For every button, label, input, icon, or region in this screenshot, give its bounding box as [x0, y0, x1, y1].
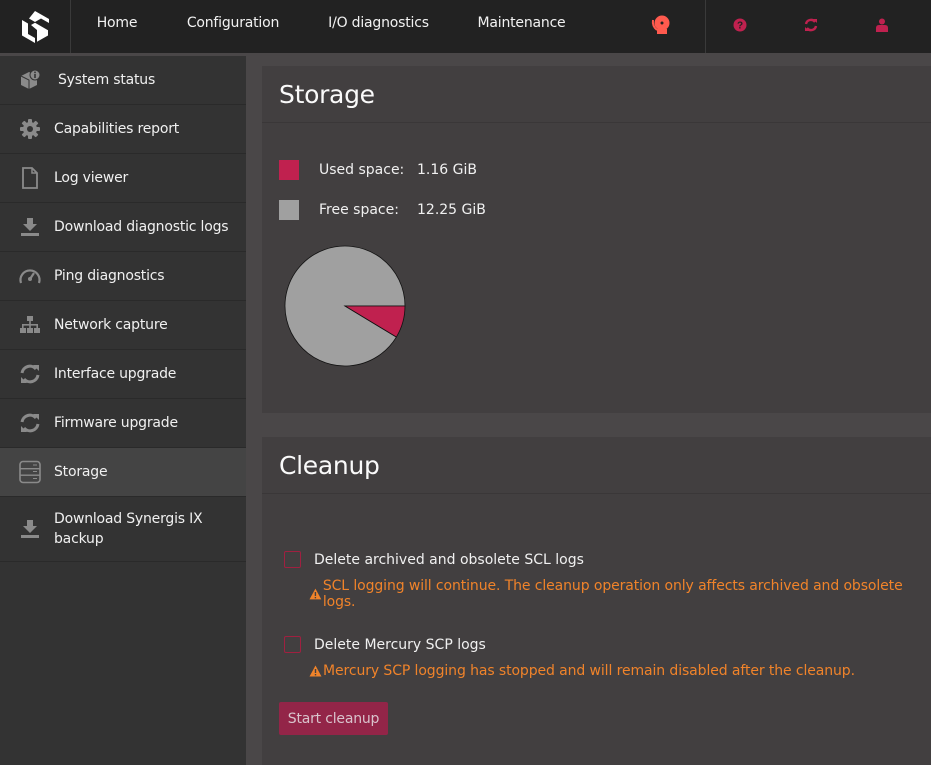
- nav-home[interactable]: Home: [80, 0, 154, 56]
- option-delete-scl-logs[interactable]: Delete archived and obsolete SCL logs: [284, 551, 584, 568]
- refresh-icon: [804, 18, 818, 32]
- download-icon: [18, 215, 42, 239]
- sidebar-item-log-viewer[interactable]: Log viewer: [0, 154, 246, 203]
- main-content: Storage Used space: 1.16 GiB Free space:…: [246, 56, 931, 765]
- sidebar: System status Capabilities report Log vi…: [0, 56, 246, 765]
- svg-text:?: ?: [737, 21, 743, 32]
- sidebar-item-label: Ping diagnostics: [54, 268, 165, 284]
- delete-mercury-logs-checkbox[interactable]: [284, 636, 301, 653]
- delete-scl-logs-label: Delete archived and obsolete SCL logs: [314, 551, 584, 568]
- refresh-icon: [18, 362, 42, 386]
- network-icon: [18, 313, 42, 337]
- download-icon: [18, 517, 42, 541]
- nav-home-label: Home: [96, 15, 138, 31]
- warning-icon: [309, 588, 322, 600]
- delete-mercury-logs-label: Delete Mercury SCP logs: [314, 636, 486, 653]
- topbar-separator: [705, 0, 706, 53]
- logo[interactable]: [0, 0, 71, 53]
- sidebar-item-capabilities-report[interactable]: Capabilities report: [0, 105, 246, 154]
- sidebar-item-label: Interface upgrade: [54, 366, 177, 382]
- sidebar-item-label: Download diagnostic logs: [54, 219, 229, 235]
- storage-panel: Storage Used space: 1.16 GiB Free space:…: [262, 66, 931, 413]
- nav-io-diagnostics[interactable]: I/O diagnostics: [321, 0, 436, 56]
- delete-scl-logs-checkbox[interactable]: [284, 551, 301, 568]
- sidebar-item-label: Firmware upgrade: [54, 415, 178, 431]
- nav-io-diagnostics-label: I/O diagnostics: [328, 15, 429, 31]
- warning-icon: [309, 665, 322, 677]
- nav-configuration[interactable]: Configuration: [180, 0, 286, 56]
- mercury-logs-warning: Mercury SCP logging has stopped and will…: [309, 663, 855, 679]
- used-space-value: 1.16 GiB: [417, 162, 477, 178]
- user-button[interactable]: [871, 14, 893, 36]
- sidebar-item-storage[interactable]: Storage: [0, 448, 246, 497]
- sidebar-item-network-capture[interactable]: Network capture: [0, 301, 246, 350]
- top-navigation-bar: Home Configuration I/O diagnostics Maint…: [0, 0, 931, 56]
- document-icon: [18, 166, 42, 190]
- used-space-swatch: [279, 160, 299, 180]
- sidebar-item-label: Download Synergis IX backup: [54, 511, 203, 547]
- sidebar-item-download-diagnostic-logs[interactable]: Download diagnostic logs: [0, 203, 246, 252]
- cleanup-panel: Cleanup Delete archived and obsolete SCL…: [262, 437, 931, 765]
- free-space-value: 12.25 GiB: [417, 202, 486, 218]
- alarm-button[interactable]: [650, 14, 672, 36]
- sidebar-item-label: Network capture: [54, 317, 168, 333]
- speedometer-icon: [18, 264, 42, 288]
- sidebar-item-interface-upgrade[interactable]: Interface upgrade: [0, 350, 246, 399]
- legend-used: Used space: 1.16 GiB: [279, 160, 477, 180]
- storage-icon: [18, 460, 42, 484]
- nav-maintenance-label: Maintenance: [477, 15, 566, 31]
- mercury-logs-warning-text: Mercury SCP logging has stopped and will…: [323, 663, 855, 679]
- option-delete-mercury-logs[interactable]: Delete Mercury SCP logs: [284, 636, 486, 653]
- gear-icon: [18, 117, 42, 141]
- sidebar-item-firmware-upgrade[interactable]: Firmware upgrade: [0, 399, 246, 448]
- scl-logs-warning-text: SCL logging will continue. The cleanup o…: [322, 578, 903, 610]
- sidebar-item-system-status[interactable]: System status: [0, 56, 246, 105]
- sidebar-item-label: Log viewer: [54, 170, 129, 186]
- free-space-label: Free space:: [319, 202, 399, 218]
- system-status-icon: [18, 68, 42, 92]
- alarm-bell-icon: [651, 15, 670, 34]
- refresh-button[interactable]: [800, 14, 822, 36]
- scl-logs-warning: SCL logging will continue. The cleanup o…: [309, 578, 931, 610]
- legend-free: Free space: 12.25 GiB: [279, 200, 486, 220]
- genetec-logo-icon: [22, 10, 49, 43]
- free-space-swatch: [279, 200, 299, 220]
- user-icon: [876, 18, 888, 32]
- nav-maintenance[interactable]: Maintenance: [454, 0, 589, 56]
- sidebar-item-ping-diagnostics[interactable]: Ping diagnostics: [0, 252, 246, 301]
- help-icon: ?: [733, 18, 747, 32]
- sidebar-item-label: Capabilities report: [54, 121, 180, 137]
- storage-pie-chart: [284, 245, 406, 367]
- sidebar-item-label: System status: [58, 72, 156, 88]
- start-cleanup-button[interactable]: Start cleanup: [279, 702, 388, 735]
- nav-configuration-label: Configuration: [186, 15, 280, 31]
- help-button[interactable]: ?: [729, 14, 751, 36]
- used-space-label: Used space:: [319, 162, 405, 178]
- cleanup-title: Cleanup: [262, 437, 931, 494]
- storage-title: Storage: [262, 66, 931, 123]
- sidebar-item-label: Storage: [54, 464, 108, 480]
- sidebar-item-download-synergis-backup[interactable]: Download Synergis IX backup: [0, 497, 246, 562]
- refresh-icon: [18, 411, 42, 435]
